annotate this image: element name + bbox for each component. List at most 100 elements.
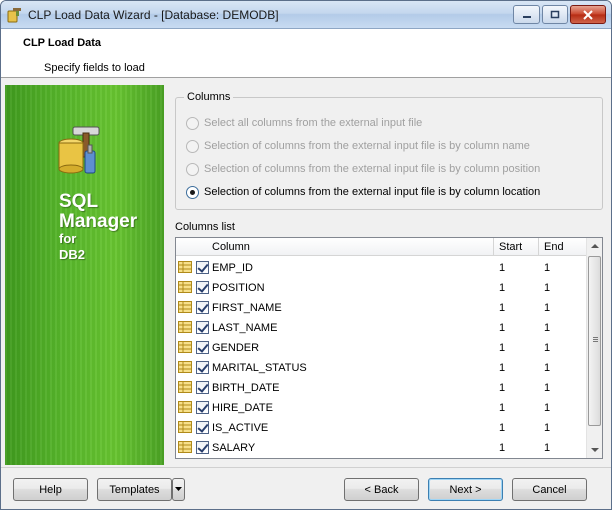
column-start[interactable]: 1 <box>499 362 505 374</box>
table-column-icon <box>178 361 192 373</box>
table-row[interactable]: FIRST_NAME 1 1 <box>176 298 586 318</box>
table-column-icon <box>178 401 192 413</box>
minimize-icon <box>522 15 531 18</box>
column-name: HIRE_DATE <box>212 402 273 414</box>
templates-button-label: Templates <box>109 483 160 496</box>
header-column[interactable]: Column <box>212 241 250 253</box>
row-checkbox[interactable] <box>196 261 209 274</box>
brand-sql: SQL <box>59 191 99 212</box>
radio-button[interactable] <box>186 162 199 176</box>
row-checkbox[interactable] <box>196 421 209 434</box>
templates-button[interactable]: Templates <box>97 478 172 501</box>
help-button-label: Help <box>39 483 62 496</box>
column-end[interactable]: 1 <box>544 402 550 414</box>
wizard-header: CLP Load Data Specify fields to load <box>1 29 611 78</box>
radio-button-selected[interactable] <box>186 185 199 199</box>
table-row[interactable]: HIRE_DATE 1 1 <box>176 398 586 418</box>
radio-by-column-name[interactable]: Selection of columns from the external i… <box>186 138 530 154</box>
toolbox-database-icon <box>58 126 100 174</box>
column-end[interactable]: 1 <box>544 322 550 334</box>
grid-header: Column Start End <box>176 238 586 256</box>
column-start[interactable]: 1 <box>499 322 505 334</box>
back-button[interactable]: < Back <box>344 478 419 501</box>
dropdown-arrow-icon <box>175 487 182 491</box>
column-end[interactable]: 1 <box>544 302 550 314</box>
row-checkbox[interactable] <box>196 281 209 294</box>
scroll-thumb[interactable] <box>588 256 601 426</box>
column-end[interactable]: 1 <box>544 422 550 434</box>
back-button-label: < Back <box>364 483 399 496</box>
scroll-up-arrow-icon[interactable] <box>591 244 599 248</box>
scroll-down-arrow-icon[interactable] <box>591 448 599 452</box>
column-end[interactable]: 1 <box>544 362 550 374</box>
radio-label: Selection of columns from the external i… <box>204 163 541 175</box>
header-separator <box>493 238 494 256</box>
radio-by-column-position[interactable]: Selection of columns from the external i… <box>186 161 540 177</box>
row-checkbox[interactable] <box>196 381 209 394</box>
column-end[interactable]: 1 <box>544 342 550 354</box>
table-row[interactable]: IS_ACTIVE 1 1 <box>176 418 586 438</box>
table-row[interactable]: MARITAL_STATUS 1 1 <box>176 358 586 378</box>
title-bar[interactable]: CLP Load Data Wizard - [Database: DEMODB… <box>1 1 611 29</box>
column-name: BIRTH_DATE <box>212 382 280 394</box>
page-title: CLP Load Data <box>23 37 102 49</box>
row-checkbox[interactable] <box>196 321 209 334</box>
table-column-icon <box>178 301 192 313</box>
table-column-icon <box>178 441 192 453</box>
scroll-grip-icon <box>593 337 598 338</box>
radio-by-column-location[interactable]: Selection of columns from the external i… <box>186 184 540 200</box>
table-row[interactable]: POSITION 1 1 <box>176 278 586 298</box>
column-start[interactable]: 1 <box>499 302 505 314</box>
wizard-window: CLP Load Data Wizard - [Database: DEMODB… <box>0 0 612 510</box>
column-start[interactable]: 1 <box>499 382 505 394</box>
radio-button[interactable] <box>186 139 199 153</box>
brand-db2: DB2 <box>59 247 86 262</box>
row-checkbox[interactable] <box>196 441 209 454</box>
column-start[interactable]: 1 <box>499 442 505 454</box>
column-name: SALARY <box>212 442 256 454</box>
table-row[interactable]: SALARY 1 1 <box>176 438 586 458</box>
row-checkbox[interactable] <box>196 401 209 414</box>
cancel-button[interactable]: Cancel <box>512 478 587 501</box>
table-column-icon <box>178 281 192 293</box>
column-start[interactable]: 1 <box>499 402 505 414</box>
close-icon <box>583 9 593 20</box>
radio-all-columns[interactable]: Select all columns from the external inp… <box>186 115 422 131</box>
column-end[interactable]: 1 <box>544 382 550 394</box>
templates-dropdown-button[interactable] <box>172 478 185 501</box>
close-button[interactable] <box>570 5 606 24</box>
table-column-icon <box>178 421 192 433</box>
maximize-icon <box>550 10 560 18</box>
column-name: FIRST_NAME <box>212 302 282 314</box>
column-start[interactable]: 1 <box>499 262 505 274</box>
table-column-icon <box>178 381 192 393</box>
columns-list-grid[interactable]: Column Start End EMP_ID 1 1 POSITION 1 1 FIRST… <box>175 237 603 459</box>
vertical-scrollbar[interactable] <box>586 238 602 458</box>
column-name: EMP_ID <box>212 262 253 274</box>
column-start[interactable]: 1 <box>499 342 505 354</box>
columns-list-label: Columns list <box>175 221 235 233</box>
column-name: LAST_NAME <box>212 322 278 334</box>
maximize-button[interactable] <box>542 5 568 24</box>
row-checkbox[interactable] <box>196 301 209 314</box>
window-title: CLP Load Data Wizard - [Database: DEMODB… <box>28 8 279 22</box>
column-start[interactable]: 1 <box>499 282 505 294</box>
table-row[interactable]: GENDER 1 1 <box>176 338 586 358</box>
header-end[interactable]: End <box>544 241 564 253</box>
row-checkbox[interactable] <box>196 361 209 374</box>
table-row[interactable]: LAST_NAME 1 1 <box>176 318 586 338</box>
minimize-button[interactable] <box>513 5 540 24</box>
column-end[interactable]: 1 <box>544 442 550 454</box>
column-name: IS_ACTIVE <box>212 422 269 434</box>
table-row[interactable]: BIRTH_DATE 1 1 <box>176 378 586 398</box>
header-start[interactable]: Start <box>499 241 522 253</box>
help-button[interactable]: Help <box>13 478 88 501</box>
row-checkbox[interactable] <box>196 341 209 354</box>
column-end[interactable]: 1 <box>544 262 550 274</box>
next-button[interactable]: Next > <box>428 478 503 501</box>
table-row[interactable]: EMP_ID 1 1 <box>176 258 586 278</box>
column-start[interactable]: 1 <box>499 422 505 434</box>
radio-button[interactable] <box>186 116 199 130</box>
column-end[interactable]: 1 <box>544 282 550 294</box>
page-subtitle: Specify fields to load <box>44 62 145 74</box>
